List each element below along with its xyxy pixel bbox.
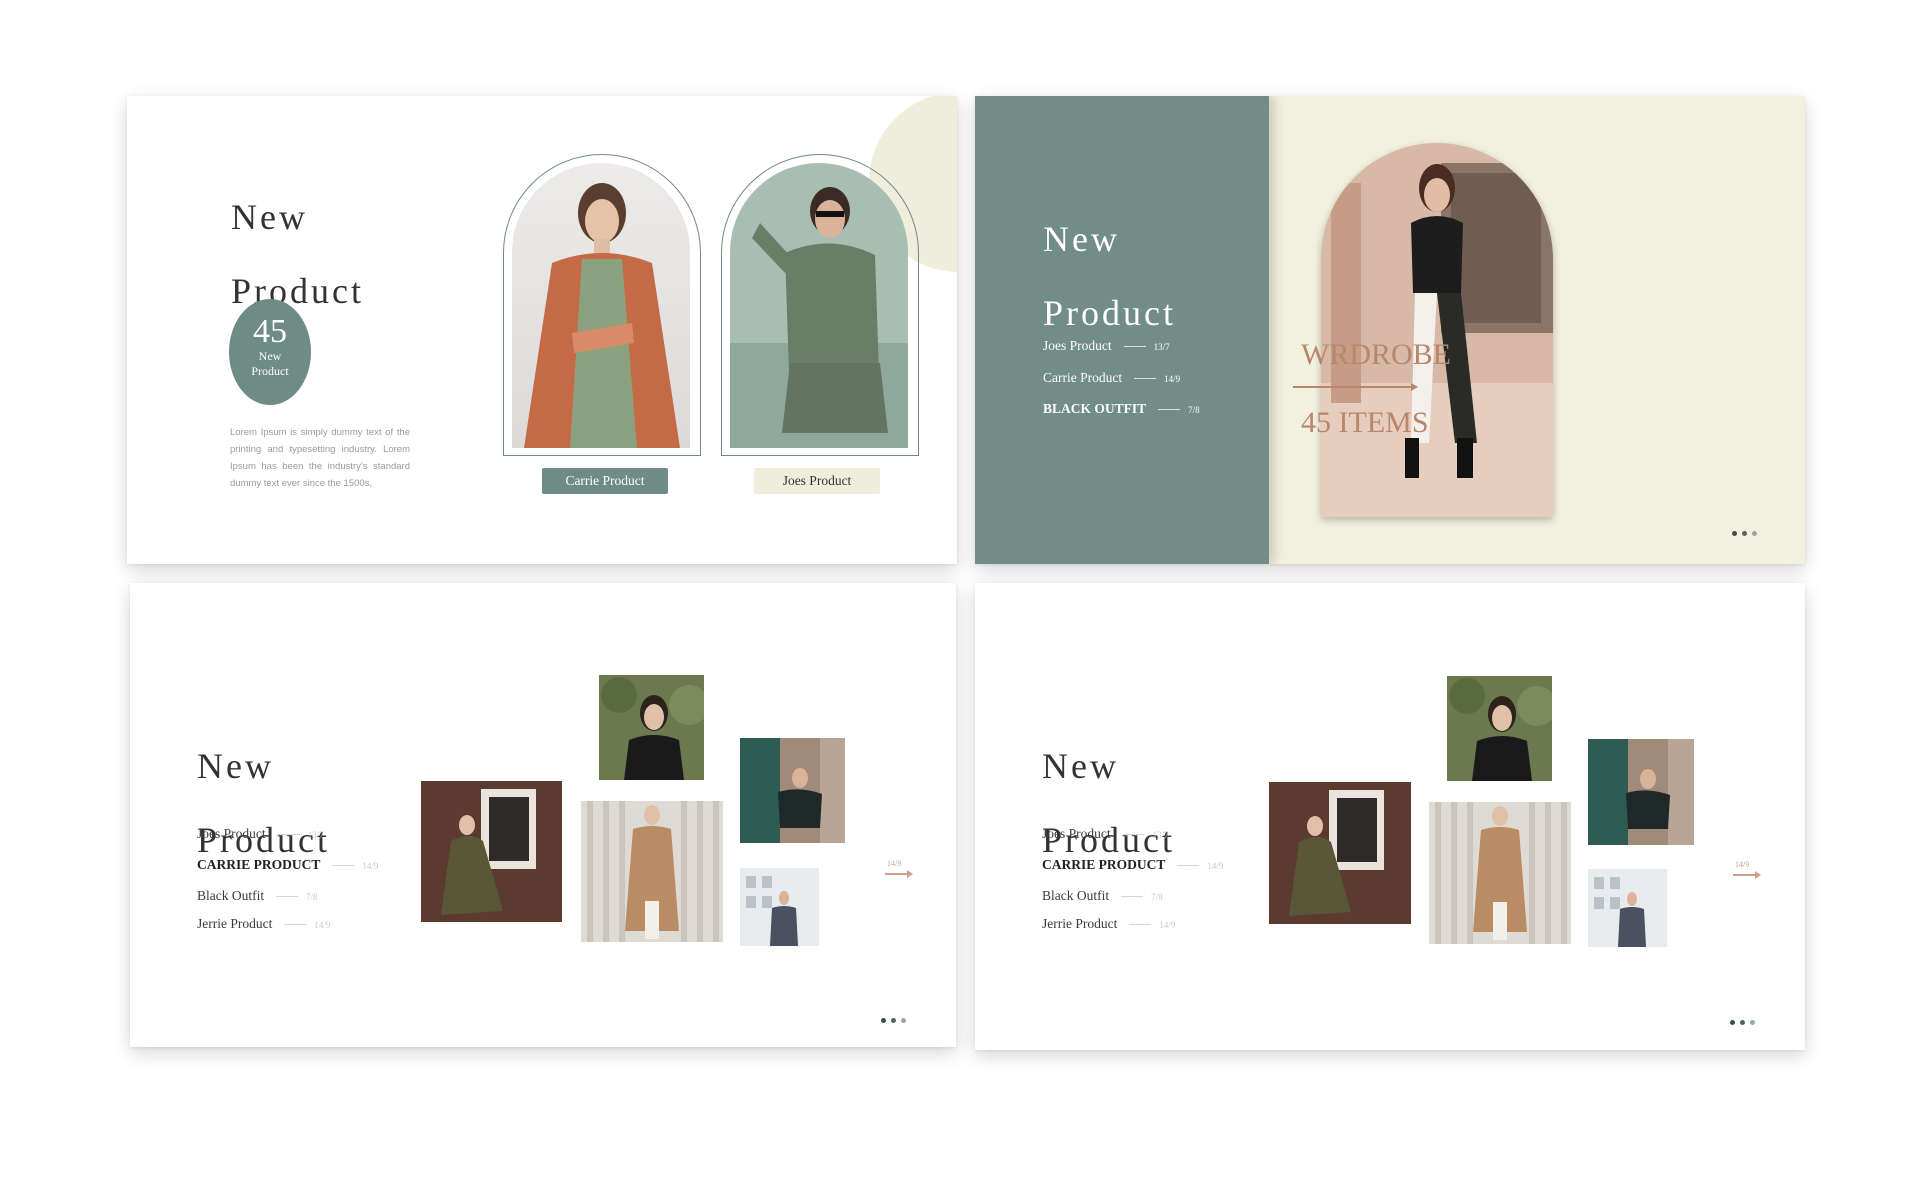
slide-3[interactable]: New Product Joes Product 13/7 CARRIE PROD… (130, 583, 956, 1047)
pagination-dots[interactable] (1732, 523, 1762, 541)
photo-building-portrait[interactable] (740, 868, 819, 946)
list-item-date: 7/8 (1188, 404, 1200, 415)
title-line-1: New (231, 197, 308, 237)
list-dash (284, 924, 307, 926)
photo-trench-coat[interactable] (1429, 802, 1571, 944)
list-item-label: Black Outfit (1042, 888, 1110, 903)
list-dash (332, 865, 355, 867)
title-line-1: New (1042, 746, 1119, 786)
slide-2[interactable]: New Product Joes Product 13/7 Carrie Prod… (975, 96, 1805, 564)
photo-trench-coat[interactable] (581, 801, 723, 942)
page-dot-active[interactable] (1730, 1020, 1735, 1025)
title-line-1: New (197, 746, 274, 786)
list-item[interactable]: Black Outfit 7/8 (197, 888, 318, 905)
photo-building-portrait[interactable] (1588, 869, 1667, 947)
body-paragraph: Lorem Ipsum is simply dummy text of the … (230, 427, 410, 489)
list-item[interactable]: Jerrie Product 14/9 (197, 916, 330, 933)
list-item-date: 14/9 (314, 919, 331, 930)
pagination-dots[interactable] (881, 1010, 911, 1028)
list-item[interactable]: Joes Product 13/7 (1043, 338, 1170, 355)
list-dash (1134, 378, 1157, 380)
photo-brick-wall[interactable] (1269, 782, 1411, 924)
list-item-label: Carrie Product (1043, 370, 1123, 385)
list-item-date: 14/9 (1159, 919, 1176, 930)
count-badge: 45 New Product (229, 299, 311, 405)
list-item-date: 13/7 (307, 829, 324, 840)
list-item-date: 14/9 (1164, 373, 1181, 384)
pagination-dots[interactable] (1730, 1012, 1760, 1030)
list-item-label: Joes Product (1043, 338, 1112, 353)
list-dash (1158, 409, 1181, 411)
page-dot[interactable] (1742, 531, 1747, 536)
next-arrow-icon[interactable] (1755, 871, 1761, 879)
list-item[interactable]: BLACK OUTFIT 7/8 (1043, 401, 1200, 418)
list-item-label: Jerrie Product (1042, 916, 1118, 931)
list-item[interactable]: Black Outfit 7/8 (1042, 888, 1163, 905)
badge-line-2: Product (251, 364, 289, 378)
list-item-date: 14/9 (1207, 860, 1224, 871)
slide-1[interactable]: New Product 45 New Product Lorem Ipsum i… (127, 96, 957, 564)
page-dot[interactable] (1750, 1020, 1755, 1025)
list-dash (1123, 346, 1146, 348)
photo-ivy-portrait[interactable] (599, 675, 704, 780)
list-item-date: 13/7 (1153, 341, 1170, 352)
page-dot[interactable] (891, 1018, 896, 1023)
arrow-line (1293, 386, 1413, 388)
page-dot[interactable] (1740, 1020, 1745, 1025)
product-photo-carrie[interactable] (512, 163, 690, 448)
list-item[interactable]: Joes Product 13/7 (1042, 826, 1169, 843)
arrow-right-icon (1411, 383, 1418, 391)
list-item-label: BLACK OUTFIT (1043, 401, 1147, 416)
next-arrow-line[interactable] (885, 873, 909, 875)
page-dot-active[interactable] (881, 1018, 886, 1023)
next-arrow-icon[interactable] (907, 870, 913, 878)
list-item-label: Joes Product (197, 826, 266, 841)
next-arrow-line[interactable] (1733, 874, 1757, 876)
photo-ivy-portrait[interactable] (1447, 676, 1552, 781)
list-item[interactable]: CARRIE PRODUCT 14/9 (197, 857, 378, 874)
photo-green-door[interactable] (1588, 739, 1694, 845)
list-item[interactable]: Carrie Product 14/9 (1043, 370, 1180, 387)
next-label: 14/9 (887, 859, 902, 868)
headline-line-1: WRDROBE (1301, 338, 1451, 371)
product-photo-joes[interactable] (730, 163, 908, 448)
headline: WRDROBE 45 ITEMS (1301, 304, 1451, 474)
title-line-2: Product (1043, 293, 1176, 333)
carrie-product-button[interactable]: Carrie Product (542, 468, 668, 494)
photo-green-door[interactable] (740, 738, 845, 843)
photo-brick-wall[interactable] (421, 781, 562, 922)
list-dash (277, 834, 300, 836)
list-item[interactable]: Jerrie Product 14/9 (1042, 916, 1175, 933)
joes-product-button[interactable]: Joes Product (754, 468, 880, 494)
page-dot-active[interactable] (1732, 531, 1737, 536)
list-item-date: 7/8 (1151, 891, 1163, 902)
list-item-label: Jerrie Product (197, 916, 273, 931)
list-item-label: Joes Product (1042, 826, 1111, 841)
list-dash (1121, 896, 1144, 898)
list-dash (1177, 865, 1200, 867)
list-item-label: CARRIE PRODUCT (1042, 857, 1166, 872)
list-item[interactable]: CARRIE PRODUCT 14/9 (1042, 857, 1223, 874)
list-item[interactable]: Joes Product 13/7 (197, 826, 324, 843)
badge-number: 45 (253, 313, 287, 350)
list-dash (1122, 834, 1145, 836)
headline-line-2: 45 ITEMS (1301, 406, 1429, 439)
slide-4[interactable]: New Product Joes Product 13/7 CARRIE PROD… (975, 583, 1805, 1050)
list-item-label: Black Outfit (197, 888, 265, 903)
title-line-1: New (1043, 219, 1120, 259)
list-dash (276, 896, 299, 898)
page-dot[interactable] (1752, 531, 1757, 536)
next-label: 14/9 (1735, 860, 1750, 869)
list-item-date: 14/9 (362, 860, 379, 871)
page-dot[interactable] (901, 1018, 906, 1023)
list-dash (1129, 924, 1152, 926)
list-item-date: 13/7 (1152, 829, 1169, 840)
badge-line-1: New (258, 349, 282, 363)
list-item-date: 7/8 (306, 891, 318, 902)
list-item-label: CARRIE PRODUCT (197, 857, 321, 872)
